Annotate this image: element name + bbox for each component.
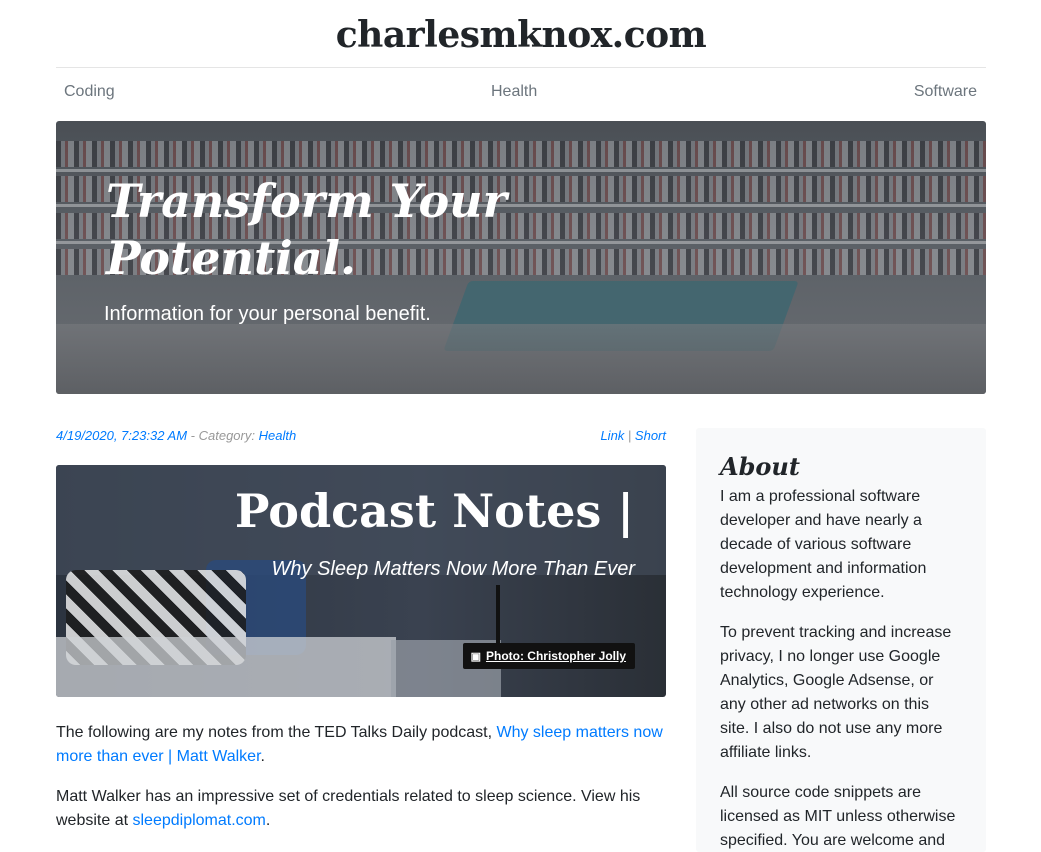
category-prefix: - Category: xyxy=(187,428,259,443)
hero-banner: Transform Your Potential. Information fo… xyxy=(56,121,986,394)
sidebar-title: About xyxy=(720,452,800,481)
site-header: charlesmknox.com xyxy=(56,0,986,68)
sidebar-paragraph: I am a professional software developer a… xyxy=(720,488,927,601)
post-paragraph: Matt Walker has an impressive set of cre… xyxy=(56,785,671,833)
floor-decoration xyxy=(56,324,986,394)
post-short-link[interactable]: Short xyxy=(635,428,666,443)
paragraph-text: The following are my notes from the TED … xyxy=(56,724,497,741)
camera-icon: ▣ xyxy=(470,651,481,663)
post-paragraph: The following are my notes from the TED … xyxy=(56,721,671,769)
photo-credit-link[interactable]: ▣ Photo: Christopher Jolly xyxy=(462,643,635,669)
post-date-link[interactable]: 4/19/2020, 7:23:32 AM xyxy=(56,428,187,443)
bed-decoration xyxy=(56,637,396,697)
shelf-decoration xyxy=(56,169,986,172)
bookshelf-decoration xyxy=(56,141,986,167)
main-nav: Coding Health Software xyxy=(56,69,986,117)
site-title-link[interactable]: charlesmknox.com xyxy=(336,14,707,56)
website-link[interactable]: sleepdiplomat.com xyxy=(132,812,265,829)
paragraph-end: . xyxy=(260,748,265,765)
post-links: Link | Short xyxy=(600,428,666,443)
sidebar-paragraph: All source code snippets are licensed as… xyxy=(720,784,956,849)
post-card-title: Podcast Notes | xyxy=(234,484,634,538)
post-meta: 4/19/2020, 7:23:32 AM - Category: Health… xyxy=(56,428,666,443)
hero-title: Transform Your Potential. xyxy=(106,174,507,285)
nav-item-software[interactable]: Software xyxy=(914,83,977,101)
link-separator: | xyxy=(624,428,635,443)
post-card-subtitle: Why Sleep Matters Now More Than Ever xyxy=(271,558,635,580)
post-category-link[interactable]: Health xyxy=(259,428,297,443)
lamp-decoration xyxy=(496,585,500,645)
nav-item-coding[interactable]: Coding xyxy=(64,83,115,101)
post-header-image: Podcast Notes | Why Sleep Matters Now Mo… xyxy=(56,465,666,697)
sidebar-paragraph: To prevent tracking and increase privacy… xyxy=(720,624,952,761)
nav-item-health[interactable]: Health xyxy=(491,83,537,101)
post-permalink[interactable]: Link xyxy=(600,428,624,443)
hero-subtitle: Information for your personal benefit. xyxy=(104,303,431,325)
sidebar-about: About I am a professional software devel… xyxy=(696,428,986,852)
paragraph-end: . xyxy=(265,812,271,829)
photo-credit-label: Photo: Christopher Jolly xyxy=(485,649,626,663)
